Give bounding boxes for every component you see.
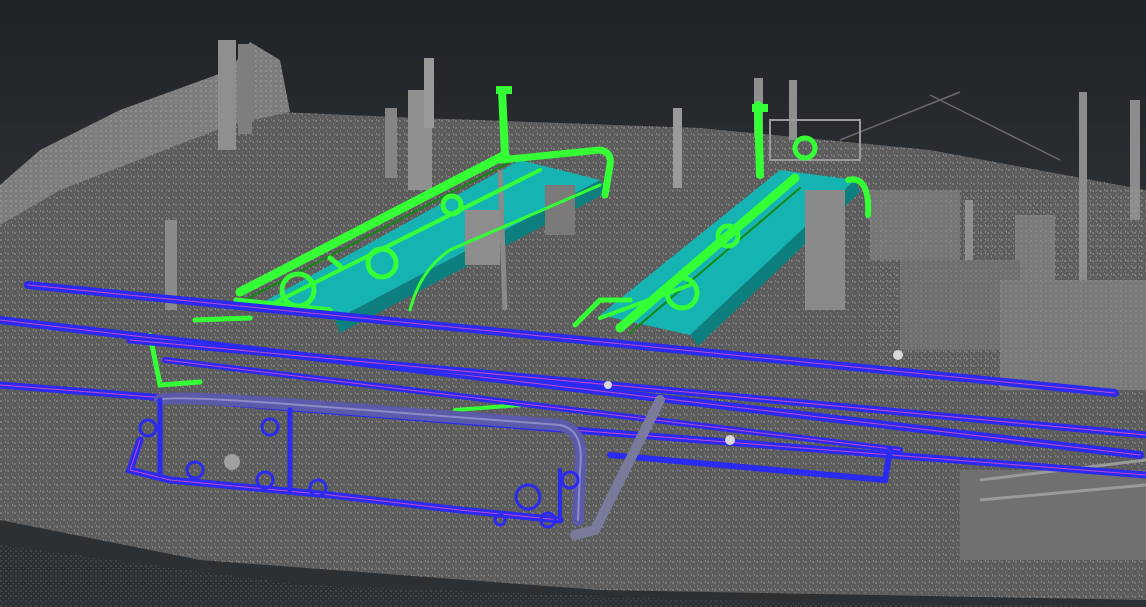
point-cloud-scene[interactable] <box>0 0 1146 607</box>
3d-viewport[interactable] <box>0 0 1146 607</box>
